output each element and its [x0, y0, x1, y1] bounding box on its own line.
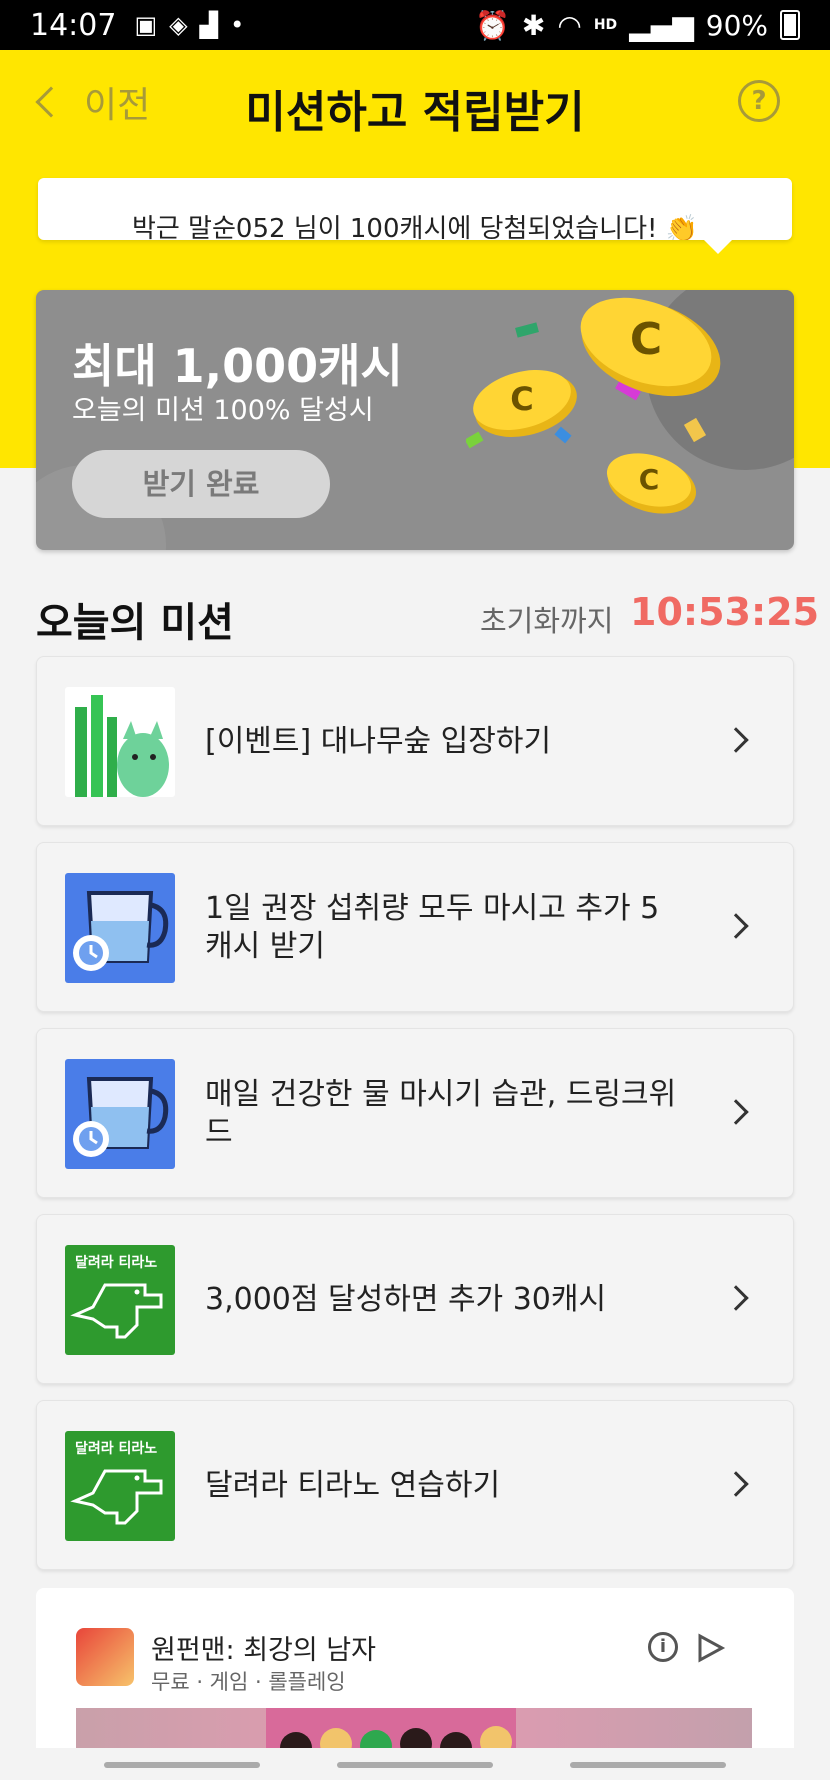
alarm-icon: ⏰ [475, 8, 510, 42]
reward-title: 최대 1,000캐시 [72, 339, 403, 393]
gesture-handle-center [337, 1762, 493, 1768]
winner-banner-text: 박근 말순052 님이 100캐시에 당첨되었습니다! 👏 [131, 214, 699, 240]
claim-complete-button[interactable]: 받기 완료 [72, 450, 330, 518]
gallery-icon: ▣ [134, 11, 158, 39]
status-bar: 14:07 ▣ ◈ ▟ • ⏰ ✱ ◠ HD ▂▄▆ 90% [0, 0, 830, 50]
dino-game-icon: 달려라 티라노 [65, 1431, 175, 1541]
reset-countdown: 10:53:25 [630, 590, 820, 634]
top-nav: 이전 미션하고 적립받기 ? [0, 50, 830, 150]
winner-banner: 박근 말순052 님이 100캐시에 당첨되었습니다! 👏 [38, 178, 792, 240]
mission-item[interactable]: 1일 권장 섭취량 모두 마시고 추가 5캐시 받기 [36, 842, 794, 1012]
game-app-icon [76, 1628, 134, 1686]
gesture-handle-right [570, 1762, 726, 1768]
dino-game-icon: 달려라 티라노 [65, 1245, 175, 1355]
mission-item[interactable]: [이벤트] 대나무숲 입장하기 [36, 656, 794, 826]
svg-text:C: C [510, 380, 533, 418]
mission-item[interactable]: 달려라 티라노 3,000점 달성하면 추가 30캐시 [36, 1214, 794, 1384]
svg-text:C: C [630, 314, 662, 365]
help-button[interactable]: ? [738, 80, 780, 122]
coins-illustration: C C C [466, 290, 794, 514]
chevron-right-icon [723, 1099, 749, 1125]
banner-tail [702, 238, 734, 254]
battery-percent: 90% [705, 8, 768, 42]
ad-title: 원펀맨: 최강의 남자 [151, 1635, 376, 1666]
chevron-right-icon [723, 1285, 749, 1311]
page-title: 미션하고 적립받기 [245, 87, 585, 138]
chevron-right-icon [723, 1471, 749, 1497]
status-time: 14:07 [30, 7, 117, 43]
dino-thumb-text: 달려라 티라노 [75, 1440, 157, 1457]
bamboo-character-icon [65, 687, 175, 797]
chevron-right-icon [723, 913, 749, 939]
mission-item[interactable]: 달려라 티라노 달려라 티라노 연습하기 [36, 1400, 794, 1570]
hd-voice-label: HD [593, 17, 618, 33]
reward-card: 최대 1,000캐시 오늘의 미션 100% 달성시 받기 완료 C C C [36, 290, 794, 550]
mission-label: 1일 권장 섭취량 모두 마시고 추가 5캐시 받기 [205, 891, 660, 964]
mission-item[interactable]: 매일 건강한 물 마시기 습관, 드링크위드 [36, 1028, 794, 1198]
mission-label: 매일 건강한 물 마시기 습관, 드링크위드 [205, 1077, 677, 1150]
status-right: ⏰ ✱ ◠ HD ▂▄▆ 90% [475, 9, 800, 42]
reset-label: 초기화까지 [480, 604, 614, 638]
bluetooth-icon: ✱ [521, 8, 546, 42]
ad-meta: 무료 · 게임 · 롤플레잉 [151, 1670, 346, 1694]
dot-icon: • [230, 11, 245, 39]
gesture-bar [0, 1748, 830, 1780]
info-icon[interactable]: i [648, 1632, 678, 1662]
ad-choices-icon[interactable] [694, 1632, 728, 1664]
mission-label: 달려라 티라노 연습하기 [205, 1468, 501, 1503]
pill-icon: ◈ [169, 11, 188, 39]
gesture-handle-left [104, 1762, 260, 1768]
water-cup-icon [65, 1059, 175, 1169]
dino-thumb-text: 달려라 티라노 [75, 1254, 157, 1271]
battery-icon [780, 10, 800, 40]
mission-label: [이벤트] 대나무숲 입장하기 [205, 724, 552, 759]
signal-icon: ▂▄▆ [629, 8, 694, 42]
stairs-icon: ▟ [199, 11, 219, 39]
reward-subtitle: 오늘의 미션 100% 달성시 [72, 395, 374, 426]
mission-label: 3,000점 달성하면 추가 30캐시 [205, 1282, 607, 1317]
wifi-icon: ◠ [557, 8, 582, 42]
today-mission-title: 오늘의 미션 [36, 600, 234, 646]
chevron-right-icon [723, 727, 749, 753]
svg-text:C: C [639, 463, 660, 496]
water-cup-icon [65, 873, 175, 983]
